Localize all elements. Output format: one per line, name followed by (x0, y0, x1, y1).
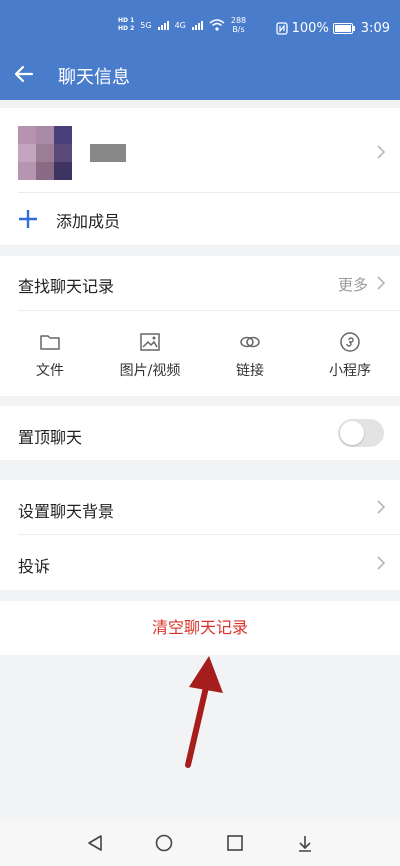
chevron-right-icon (377, 556, 386, 570)
shortcut-label: 文件 (36, 363, 64, 379)
signal-icon-2 (191, 20, 203, 30)
shortcut-media[interactable]: 图片/视频 (100, 322, 200, 380)
add-member-label: 添加成员 (56, 212, 121, 231)
search-history-row[interactable]: 查找聊天记录 更多 (0, 256, 400, 310)
add-member-row[interactable]: 添加成员 (0, 193, 400, 245)
back-arrow-icon[interactable] (12, 62, 36, 86)
mini-program-icon (340, 332, 360, 352)
wifi-icon (209, 19, 225, 31)
shortcut-files[interactable]: 文件 (0, 322, 100, 380)
nav-bar: 聊天信息 (0, 52, 400, 98)
shortcut-mini-programs[interactable]: 小程序 (300, 322, 400, 380)
battery-icon (332, 23, 355, 34)
battery-percent: 100% (291, 21, 329, 36)
nav-recents-icon[interactable] (226, 834, 244, 852)
nav-home-icon[interactable] (155, 834, 173, 852)
pin-chat-label: 置顶聊天 (18, 428, 83, 447)
clear-history-button[interactable]: 清空聊天记录 (0, 601, 400, 655)
clock: 3:09 (360, 21, 390, 36)
nfc-icon (275, 22, 288, 35)
plus-icon (19, 210, 37, 228)
member-name-redacted (90, 144, 126, 162)
shortcut-links[interactable]: 链接 (200, 322, 300, 380)
network-type-1: 5G (140, 20, 152, 30)
status-left: HD 1 HD 2 5G 4G 288 B/s (118, 16, 246, 34)
nav-down-icon[interactable] (296, 834, 314, 852)
shortcut-label: 图片/视频 (119, 363, 181, 379)
divider (18, 310, 400, 311)
more-label: 更多 (337, 276, 368, 294)
chevron-right-icon (377, 500, 386, 514)
hd-badge-2: HD 2 (118, 25, 135, 32)
folder-icon (40, 335, 60, 350)
nav-back-icon[interactable] (86, 834, 104, 852)
chevron-right-icon (377, 276, 386, 290)
signal-icon (157, 20, 169, 30)
toggle-knob (340, 421, 364, 445)
shortcut-label: 小程序 (329, 363, 371, 379)
pin-chat-toggle[interactable] (338, 419, 384, 447)
status-bar: HD 1 HD 2 5G 4G 288 B/s 100% 3:09 (0, 10, 400, 44)
report-row[interactable]: 投诉 (0, 535, 400, 590)
link-icon (240, 336, 260, 348)
report-label: 投诉 (18, 557, 51, 576)
speed-unit: B/s (232, 25, 245, 34)
network-speed: 288 B/s (231, 16, 246, 34)
hd-badge-1: HD 1 (118, 17, 135, 24)
page-title: 聊天信息 (58, 67, 130, 88)
header-bar: HD 1 HD 2 5G 4G 288 B/s 100% 3:09 聊天信息 (0, 0, 400, 100)
speed-value: 288 (230, 16, 247, 25)
chat-background-label: 设置聊天背景 (18, 502, 115, 521)
search-history-title: 查找聊天记录 (18, 277, 115, 296)
shortcut-label: 链接 (236, 363, 264, 379)
chat-background-row[interactable]: 设置聊天背景 (0, 480, 400, 534)
image-icon (140, 333, 160, 351)
network-type-2: 4G (174, 20, 186, 30)
chevron-right-icon[interactable] (376, 145, 386, 159)
status-right: 100% 3:09 (275, 21, 390, 36)
hd-badges: HD 1 HD 2 (118, 17, 134, 33)
system-nav-bar (0, 820, 400, 866)
member-avatar[interactable] (18, 126, 72, 180)
